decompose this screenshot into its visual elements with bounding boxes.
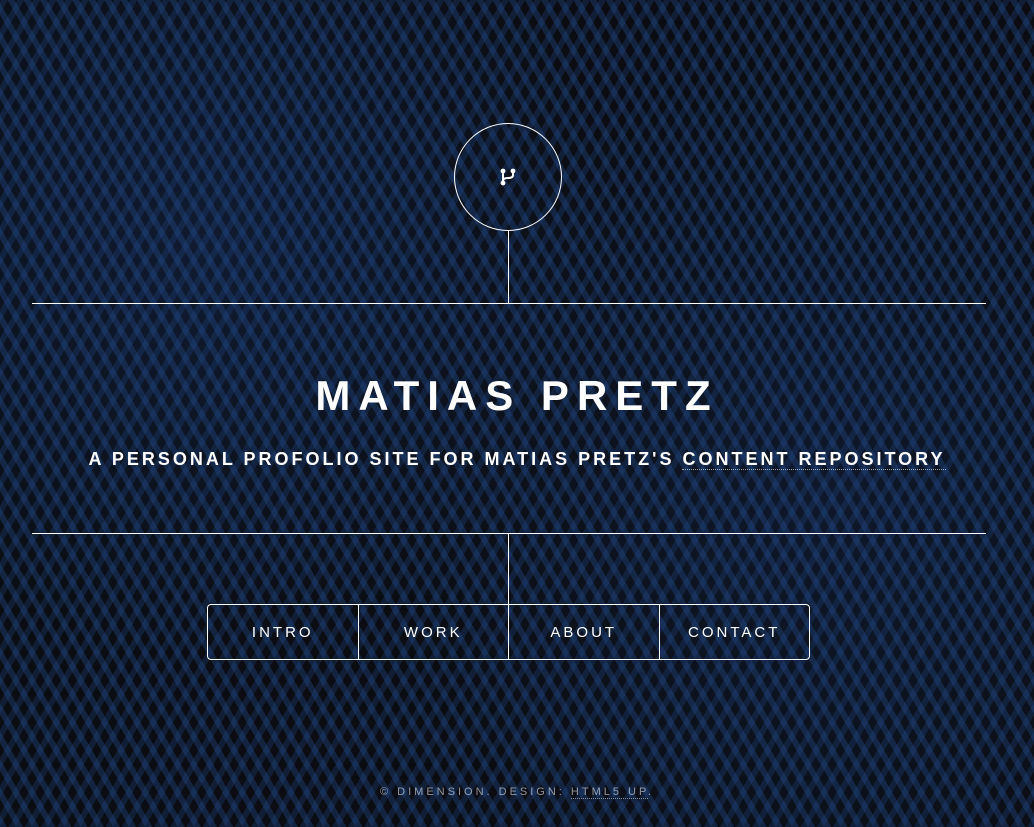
code-fork-icon	[500, 168, 516, 186]
divider-bottom	[32, 533, 986, 534]
content-repository-link[interactable]: content repository	[682, 449, 946, 470]
footer-suffix: .	[647, 786, 654, 798]
nav-contact[interactable]: CONTACT	[658, 605, 810, 659]
main-nav: INTRO WORK ABOUT CONTACT	[207, 604, 810, 660]
connector-line-top	[508, 231, 509, 303]
footer-text: © Dimension. Design:	[380, 786, 571, 798]
connector-line-bottom	[508, 533, 509, 605]
page-title: MATIAS PRETZ	[315, 372, 719, 419]
subtitle-text: A personal profolio site for Matias Pret…	[88, 449, 683, 469]
divider-top	[32, 303, 986, 304]
nav-about[interactable]: ABOUT	[508, 605, 659, 659]
html5up-link[interactable]: HTML5 UP	[570, 786, 648, 799]
footer: © Dimension. Design: HTML5 UP.	[0, 786, 1034, 799]
logo-circle	[454, 123, 562, 231]
nav-intro[interactable]: INTRO	[208, 605, 358, 659]
page-subtitle: A personal profolio site for Matias Pret…	[0, 447, 1034, 471]
nav-work[interactable]: WORK	[357, 605, 509, 659]
